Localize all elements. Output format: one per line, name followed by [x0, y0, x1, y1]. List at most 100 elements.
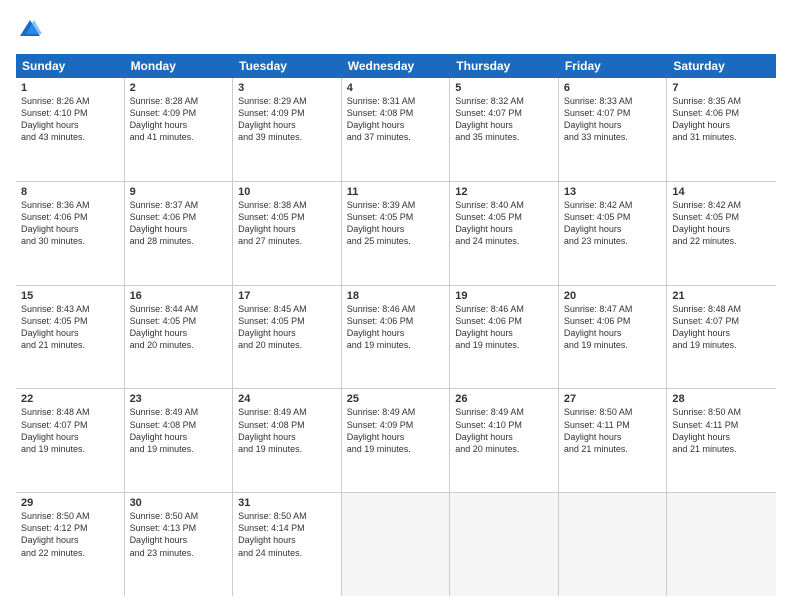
day-number: 11: [347, 186, 445, 198]
calendar-cell: 19Sunrise: 8:46 AMSunset: 4:06 PMDayligh…: [450, 286, 559, 389]
header: [16, 16, 776, 44]
calendar-cell: 9Sunrise: 8:37 AMSunset: 4:06 PMDaylight…: [125, 182, 234, 285]
calendar-cell: 26Sunrise: 8:49 AMSunset: 4:10 PMDayligh…: [450, 389, 559, 492]
empty-cell: [559, 493, 668, 596]
cell-info: Sunrise: 8:31 AMSunset: 4:08 PMDaylight …: [347, 95, 445, 144]
day-number: 29: [21, 497, 119, 509]
day-number: 17: [238, 290, 336, 302]
calendar-cell: 11Sunrise: 8:39 AMSunset: 4:05 PMDayligh…: [342, 182, 451, 285]
calendar-row: 8Sunrise: 8:36 AMSunset: 4:06 PMDaylight…: [16, 182, 776, 286]
day-number: 4: [347, 82, 445, 94]
calendar-cell: 27Sunrise: 8:50 AMSunset: 4:11 PMDayligh…: [559, 389, 668, 492]
calendar-cell: 23Sunrise: 8:49 AMSunset: 4:08 PMDayligh…: [125, 389, 234, 492]
header-day: Friday: [559, 54, 668, 78]
cell-info: Sunrise: 8:39 AMSunset: 4:05 PMDaylight …: [347, 199, 445, 248]
cell-info: Sunrise: 8:40 AMSunset: 4:05 PMDaylight …: [455, 199, 553, 248]
day-number: 28: [672, 393, 771, 405]
day-number: 26: [455, 393, 553, 405]
calendar-cell: 15Sunrise: 8:43 AMSunset: 4:05 PMDayligh…: [16, 286, 125, 389]
cell-info: Sunrise: 8:35 AMSunset: 4:06 PMDaylight …: [672, 95, 771, 144]
calendar-cell: 7Sunrise: 8:35 AMSunset: 4:06 PMDaylight…: [667, 78, 776, 181]
day-number: 5: [455, 82, 553, 94]
day-number: 19: [455, 290, 553, 302]
header-day: Tuesday: [233, 54, 342, 78]
day-number: 6: [564, 82, 662, 94]
day-number: 22: [21, 393, 119, 405]
cell-info: Sunrise: 8:29 AMSunset: 4:09 PMDaylight …: [238, 95, 336, 144]
day-number: 7: [672, 82, 771, 94]
header-day: Wednesday: [342, 54, 451, 78]
calendar-header: SundayMondayTuesdayWednesdayThursdayFrid…: [16, 54, 776, 78]
calendar-cell: 6Sunrise: 8:33 AMSunset: 4:07 PMDaylight…: [559, 78, 668, 181]
logo-icon: [16, 16, 44, 44]
empty-cell: [667, 493, 776, 596]
calendar-row: 15Sunrise: 8:43 AMSunset: 4:05 PMDayligh…: [16, 286, 776, 390]
day-number: 3: [238, 82, 336, 94]
empty-cell: [342, 493, 451, 596]
day-number: 2: [130, 82, 228, 94]
day-number: 20: [564, 290, 662, 302]
cell-info: Sunrise: 8:32 AMSunset: 4:07 PMDaylight …: [455, 95, 553, 144]
calendar-cell: 8Sunrise: 8:36 AMSunset: 4:06 PMDaylight…: [16, 182, 125, 285]
header-day: Sunday: [16, 54, 125, 78]
cell-info: Sunrise: 8:49 AMSunset: 4:08 PMDaylight …: [238, 406, 336, 455]
calendar-cell: 3Sunrise: 8:29 AMSunset: 4:09 PMDaylight…: [233, 78, 342, 181]
calendar-cell: 14Sunrise: 8:42 AMSunset: 4:05 PMDayligh…: [667, 182, 776, 285]
cell-info: Sunrise: 8:50 AMSunset: 4:14 PMDaylight …: [238, 510, 336, 559]
cell-info: Sunrise: 8:45 AMSunset: 4:05 PMDaylight …: [238, 303, 336, 352]
calendar-cell: 5Sunrise: 8:32 AMSunset: 4:07 PMDaylight…: [450, 78, 559, 181]
day-number: 25: [347, 393, 445, 405]
calendar-cell: 29Sunrise: 8:50 AMSunset: 4:12 PMDayligh…: [16, 493, 125, 596]
cell-info: Sunrise: 8:47 AMSunset: 4:06 PMDaylight …: [564, 303, 662, 352]
cell-info: Sunrise: 8:28 AMSunset: 4:09 PMDaylight …: [130, 95, 228, 144]
day-number: 18: [347, 290, 445, 302]
day-number: 10: [238, 186, 336, 198]
day-number: 30: [130, 497, 228, 509]
calendar-cell: 20Sunrise: 8:47 AMSunset: 4:06 PMDayligh…: [559, 286, 668, 389]
day-number: 12: [455, 186, 553, 198]
day-number: 13: [564, 186, 662, 198]
logo: [16, 16, 48, 44]
day-number: 27: [564, 393, 662, 405]
day-number: 15: [21, 290, 119, 302]
calendar: SundayMondayTuesdayWednesdayThursdayFrid…: [16, 54, 776, 596]
cell-info: Sunrise: 8:33 AMSunset: 4:07 PMDaylight …: [564, 95, 662, 144]
cell-info: Sunrise: 8:50 AMSunset: 4:11 PMDaylight …: [564, 406, 662, 455]
calendar-row: 22Sunrise: 8:48 AMSunset: 4:07 PMDayligh…: [16, 389, 776, 493]
calendar-cell: 2Sunrise: 8:28 AMSunset: 4:09 PMDaylight…: [125, 78, 234, 181]
calendar-cell: 1Sunrise: 8:26 AMSunset: 4:10 PMDaylight…: [16, 78, 125, 181]
cell-info: Sunrise: 8:48 AMSunset: 4:07 PMDaylight …: [672, 303, 771, 352]
calendar-cell: 30Sunrise: 8:50 AMSunset: 4:13 PMDayligh…: [125, 493, 234, 596]
cell-info: Sunrise: 8:50 AMSunset: 4:13 PMDaylight …: [130, 510, 228, 559]
cell-info: Sunrise: 8:44 AMSunset: 4:05 PMDaylight …: [130, 303, 228, 352]
header-day: Monday: [125, 54, 234, 78]
day-number: 16: [130, 290, 228, 302]
calendar-row: 29Sunrise: 8:50 AMSunset: 4:12 PMDayligh…: [16, 493, 776, 596]
calendar-cell: 12Sunrise: 8:40 AMSunset: 4:05 PMDayligh…: [450, 182, 559, 285]
calendar-cell: 18Sunrise: 8:46 AMSunset: 4:06 PMDayligh…: [342, 286, 451, 389]
cell-info: Sunrise: 8:46 AMSunset: 4:06 PMDaylight …: [455, 303, 553, 352]
header-day: Saturday: [667, 54, 776, 78]
day-number: 31: [238, 497, 336, 509]
day-number: 24: [238, 393, 336, 405]
calendar-body: 1Sunrise: 8:26 AMSunset: 4:10 PMDaylight…: [16, 78, 776, 596]
calendar-cell: 16Sunrise: 8:44 AMSunset: 4:05 PMDayligh…: [125, 286, 234, 389]
cell-info: Sunrise: 8:36 AMSunset: 4:06 PMDaylight …: [21, 199, 119, 248]
day-number: 8: [21, 186, 119, 198]
cell-info: Sunrise: 8:42 AMSunset: 4:05 PMDaylight …: [564, 199, 662, 248]
cell-info: Sunrise: 8:43 AMSunset: 4:05 PMDaylight …: [21, 303, 119, 352]
cell-info: Sunrise: 8:37 AMSunset: 4:06 PMDaylight …: [130, 199, 228, 248]
day-number: 1: [21, 82, 119, 94]
calendar-cell: 10Sunrise: 8:38 AMSunset: 4:05 PMDayligh…: [233, 182, 342, 285]
calendar-cell: 28Sunrise: 8:50 AMSunset: 4:11 PMDayligh…: [667, 389, 776, 492]
cell-info: Sunrise: 8:48 AMSunset: 4:07 PMDaylight …: [21, 406, 119, 455]
header-day: Thursday: [450, 54, 559, 78]
calendar-cell: 31Sunrise: 8:50 AMSunset: 4:14 PMDayligh…: [233, 493, 342, 596]
cell-info: Sunrise: 8:38 AMSunset: 4:05 PMDaylight …: [238, 199, 336, 248]
calendar-cell: 21Sunrise: 8:48 AMSunset: 4:07 PMDayligh…: [667, 286, 776, 389]
calendar-cell: 24Sunrise: 8:49 AMSunset: 4:08 PMDayligh…: [233, 389, 342, 492]
day-number: 23: [130, 393, 228, 405]
calendar-cell: 4Sunrise: 8:31 AMSunset: 4:08 PMDaylight…: [342, 78, 451, 181]
cell-info: Sunrise: 8:49 AMSunset: 4:09 PMDaylight …: [347, 406, 445, 455]
cell-info: Sunrise: 8:26 AMSunset: 4:10 PMDaylight …: [21, 95, 119, 144]
